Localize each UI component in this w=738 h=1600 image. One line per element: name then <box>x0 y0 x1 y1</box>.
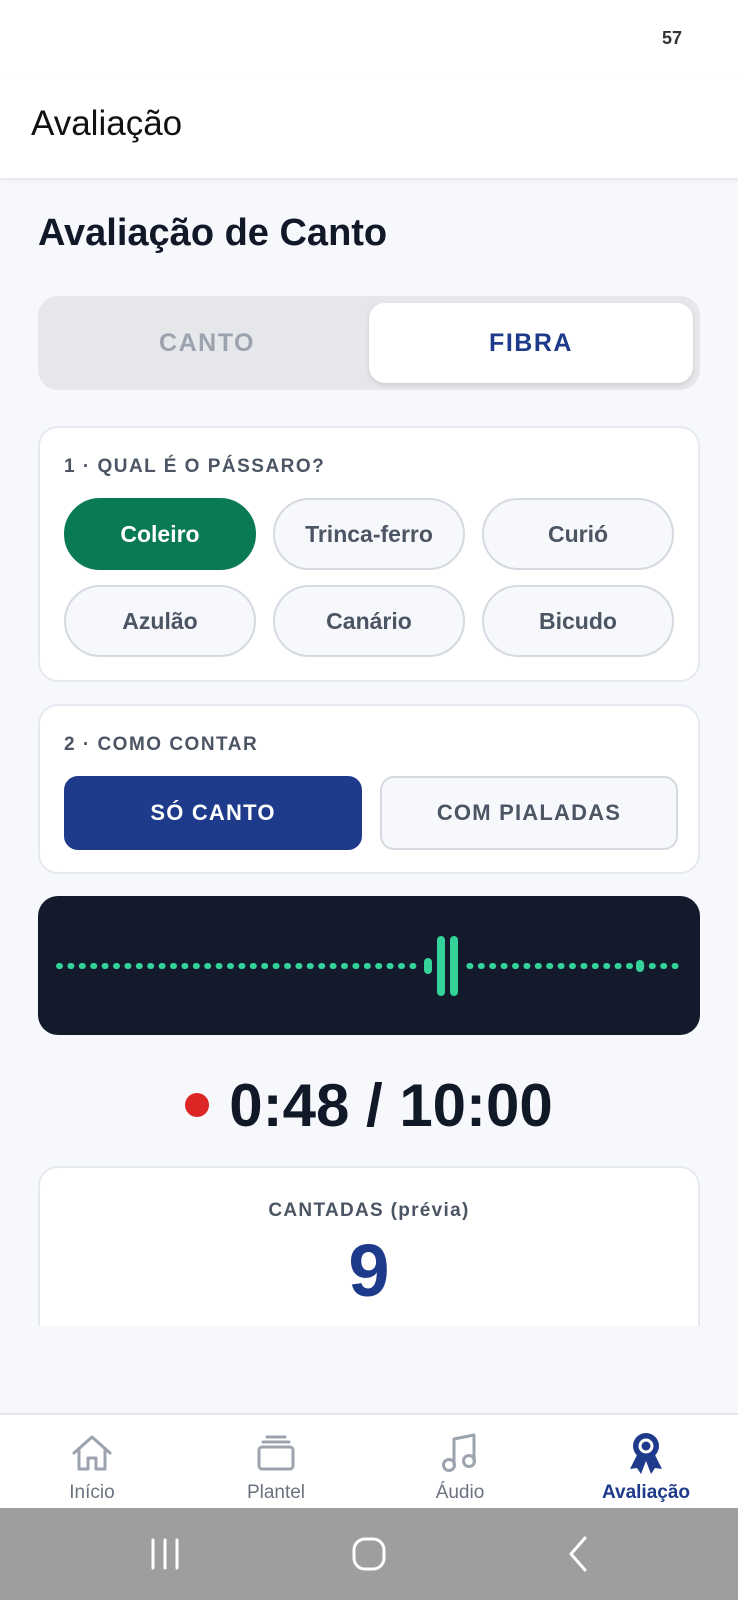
waveform-dot <box>626 963 633 969</box>
waveform-dot <box>352 963 360 969</box>
waveform-dot <box>489 963 497 969</box>
waveform-dot <box>477 963 485 969</box>
nav-item-audio[interactable]: Áudio <box>368 1415 552 1510</box>
bird-option-coleiro[interactable]: Coleiro <box>64 498 256 570</box>
waveform-dot <box>363 963 371 969</box>
waveform-peak-bar <box>636 960 644 972</box>
waveform-dot <box>591 963 599 969</box>
waveform-dot <box>306 963 314 969</box>
waveform-graphic <box>56 936 679 996</box>
count-preview-label: CANTADAS (prévia) <box>268 1200 470 1221</box>
recents-icon[interactable] <box>141 1532 189 1576</box>
waveform-dot <box>227 963 234 969</box>
battery-level: 57 <box>661 28 682 48</box>
home-icon <box>72 1435 112 1471</box>
waveform-dot <box>341 963 348 969</box>
waveform-peak-bar <box>424 958 432 974</box>
count-preview-card: CANTADAS (prévia) 9 <box>38 1166 700 1326</box>
audio-waveform <box>38 896 700 1035</box>
waveform-dot <box>671 963 679 969</box>
bird-selection-card: 1 · QUAL É O PÁSSARO? Coleiro Trinca-fer… <box>38 426 700 682</box>
waveform-dot <box>192 963 200 969</box>
timer-text: 0:48 / 10:00 <box>229 1071 553 1139</box>
nav-item-plantel[interactable]: Plantel <box>184 1415 368 1510</box>
count-mode-card: 2 · COMO CONTAR SÓ CANTO COM PIALADAS <box>38 704 700 874</box>
waveform-dot <box>135 963 143 969</box>
waveform-dot <box>124 963 132 969</box>
waveform-dot <box>648 963 656 969</box>
waveform-dot <box>284 963 291 969</box>
bird-option-canario[interactable]: Canário <box>273 585 465 657</box>
waveform-dot <box>67 963 75 969</box>
waveform-dot <box>249 963 257 969</box>
header-title: Avaliação <box>31 104 183 143</box>
nav-item-inicio[interactable]: Início <box>0 1415 184 1510</box>
bird-option-azulao[interactable]: Azulão <box>64 585 256 657</box>
bottom-navigation: Início Plantel Áudio Avaliação <box>0 1413 738 1508</box>
waveform-peak-bar <box>437 936 445 996</box>
stack-icon <box>257 1435 295 1471</box>
waveform-dot <box>295 963 303 969</box>
so-canto-button[interactable]: SÓ CANTO <box>64 776 362 850</box>
waveform-dot <box>113 963 120 969</box>
page-title: Avaliação de Canto <box>38 212 388 254</box>
waveform-dot <box>318 963 326 969</box>
award-icon <box>630 1433 662 1474</box>
waveform-dot <box>386 963 394 969</box>
count-preview-value: 9 <box>348 1229 390 1312</box>
system-navigation-bar <box>0 1508 738 1600</box>
nav-label-inicio: Início <box>69 1482 115 1503</box>
waveform-dot <box>90 963 98 969</box>
count-section-label: 2 · COMO CONTAR <box>64 734 259 755</box>
bird-section-label: 1 · QUAL É O PÁSSARO? <box>64 456 326 477</box>
waveform-dot <box>580 963 588 969</box>
waveform-dot <box>170 963 177 969</box>
music-note-icon <box>442 1433 476 1472</box>
mode-segmented-control: CANTO FIBRA <box>38 296 700 390</box>
waveform-peak-bar <box>450 936 458 996</box>
com-pialadas-button[interactable]: COM PIALADAS <box>380 776 678 850</box>
waveform-dot <box>466 963 474 969</box>
waveform-dot <box>147 963 155 969</box>
waveform-dot <box>375 963 383 969</box>
nav-item-avaliacao[interactable]: Avaliação <box>554 1415 738 1510</box>
segment-fibra[interactable]: FIBRA <box>369 303 693 383</box>
bird-option-bicudo[interactable]: Bicudo <box>482 585 674 657</box>
bird-option-curio[interactable]: Curió <box>482 498 674 570</box>
waveform-dot <box>101 963 109 969</box>
waveform-dot <box>523 963 531 969</box>
nav-label-audio: Áudio <box>435 1482 485 1503</box>
waveform-dot <box>329 963 337 969</box>
waveform-dot <box>78 963 86 969</box>
nav-label-plantel: Plantel <box>246 1482 306 1503</box>
waveform-dot <box>546 963 554 969</box>
waveform-dot <box>238 963 246 969</box>
back-icon[interactable] <box>555 1532 603 1576</box>
waveform-dot <box>557 963 565 969</box>
waveform-dot <box>512 963 519 969</box>
waveform-dot <box>660 963 668 969</box>
waveform-dot <box>204 963 212 969</box>
waveform-dot <box>614 963 622 969</box>
recording-timer: 0:48 / 10:00 <box>0 1070 738 1140</box>
waveform-dot <box>158 963 166 969</box>
waveform-dot <box>215 963 223 969</box>
waveform-dot <box>500 963 508 969</box>
app-header: Avaliação <box>0 78 738 178</box>
waveform-dot <box>409 963 417 969</box>
status-bar: 57 <box>0 0 738 78</box>
waveform-dot <box>534 963 542 969</box>
home-circle-icon[interactable] <box>345 1532 393 1576</box>
segment-canto[interactable]: CANTO <box>45 303 369 383</box>
nav-label-avaliacao: Avaliação <box>601 1482 690 1503</box>
waveform-dot <box>181 963 189 969</box>
waveform-dot <box>398 963 405 969</box>
waveform-dot <box>569 963 576 969</box>
recording-indicator-icon <box>185 1093 210 1117</box>
waveform-dot <box>261 963 269 969</box>
bird-option-trinca-ferro[interactable]: Trinca-ferro <box>273 498 465 570</box>
waveform-dot <box>56 963 63 969</box>
waveform-dot <box>603 963 611 969</box>
waveform-dot <box>272 963 280 969</box>
